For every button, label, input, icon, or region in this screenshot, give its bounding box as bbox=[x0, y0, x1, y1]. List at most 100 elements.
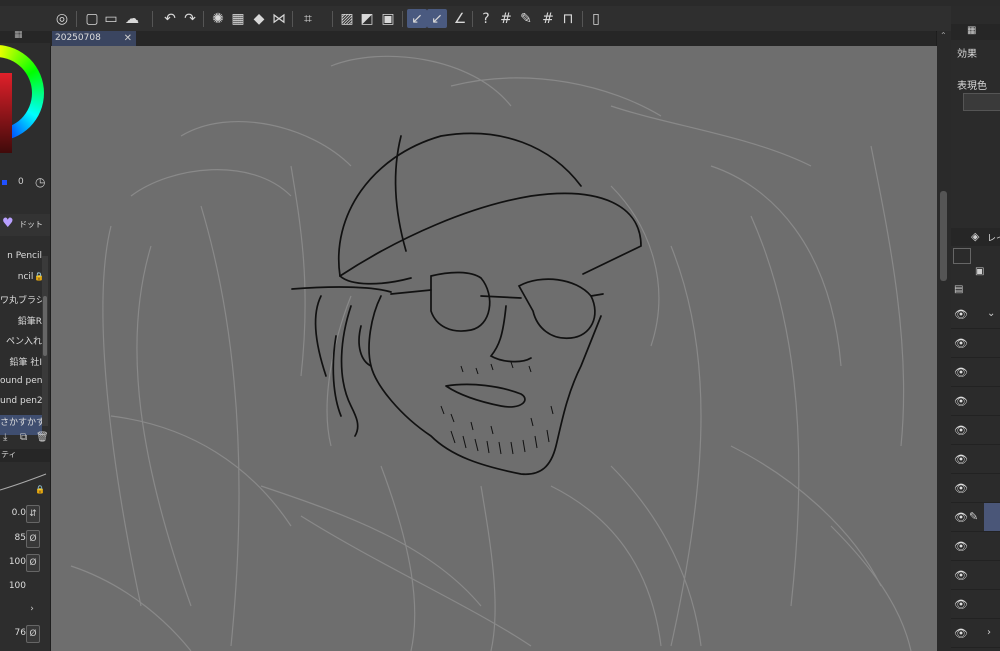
eye-icon[interactable]: 👁 bbox=[954, 598, 968, 611]
selection-3-icon[interactable]: ▣ bbox=[378, 9, 398, 28]
layer-row[interactable]: 👁 bbox=[951, 358, 1000, 387]
layer-row[interactable]: 👁 bbox=[951, 590, 1000, 619]
eye-icon[interactable]: 👁 bbox=[954, 337, 968, 350]
layer-row-selected[interactable]: 👁 ✎ bbox=[951, 503, 1000, 532]
layer-row[interactable]: 👁 bbox=[951, 329, 1000, 358]
eye-icon[interactable]: 👁 bbox=[954, 308, 968, 321]
property-value[interactable]: 100 bbox=[0, 557, 26, 575]
scrollbar-thumb[interactable] bbox=[940, 191, 947, 281]
flip-icon[interactable]: ⋈ bbox=[269, 9, 289, 28]
layer-row[interactable]: 👁 bbox=[951, 474, 1000, 503]
brush-item[interactable]: 鉛筆R bbox=[0, 314, 42, 334]
chevron-right-icon[interactable]: › bbox=[987, 627, 991, 638]
app-logo-icon[interactable]: ◎ bbox=[52, 9, 72, 28]
property-button[interactable]: Ø bbox=[26, 625, 40, 643]
brush-item[interactable]: n Pencil bbox=[0, 251, 42, 271]
layer-row[interactable]: 👁 ⌄ bbox=[951, 300, 1000, 329]
panel-tab-icon[interactable]: ▦ bbox=[967, 25, 976, 36]
layer-row[interactable]: 👁 bbox=[951, 561, 1000, 590]
color-value: 0 bbox=[18, 177, 24, 187]
layer-row[interactable]: 👁 › bbox=[951, 619, 1000, 648]
eye-icon[interactable]: 👁 bbox=[954, 569, 968, 582]
chevron-up-icon[interactable]: ⌃ bbox=[940, 31, 947, 40]
layer-row[interactable]: 👁 bbox=[951, 532, 1000, 561]
new-file-icon[interactable]: ▢ bbox=[82, 9, 102, 28]
document-tab-bar: 20250708 ✕ bbox=[50, 31, 936, 46]
brush-item[interactable]: ワ丸ブラシ bbox=[0, 293, 42, 313]
layer-row[interactable]: 👁 bbox=[951, 445, 1000, 474]
phone-icon[interactable]: ▯ bbox=[586, 9, 606, 28]
download-icon[interactable]: ⤓ bbox=[3, 432, 7, 443]
property-button[interactable]: Ø bbox=[26, 554, 40, 572]
panel-tab-icon[interactable]: ▦ bbox=[14, 31, 23, 40]
grid-2-icon[interactable]: # bbox=[538, 9, 558, 28]
property-value[interactable]: 85 bbox=[0, 533, 26, 551]
property-button[interactable]: ⇵ bbox=[26, 505, 40, 523]
color-settings-icon[interactable]: ◷ bbox=[35, 175, 45, 189]
canvas-scrollbar[interactable]: ⌃ bbox=[937, 31, 951, 651]
perspective-icon[interactable]: ∠ bbox=[450, 9, 470, 28]
layers-icon[interactable]: ◈ bbox=[971, 230, 979, 243]
expression-color-select[interactable] bbox=[963, 93, 1000, 111]
panel-tab-bar: ▦ bbox=[0, 31, 50, 43]
brush-item[interactable]: ペン入れ bbox=[0, 334, 42, 354]
eye-icon[interactable]: 👁 bbox=[954, 511, 968, 524]
brush-scrollbar[interactable] bbox=[42, 256, 48, 426]
selection-icon[interactable]: ▨ bbox=[337, 9, 357, 28]
blue-indicator bbox=[2, 180, 7, 185]
transform-icon[interactable]: ⌗ bbox=[298, 9, 318, 28]
brush-curve-icon[interactable]: ↙ bbox=[427, 9, 447, 28]
copy-icon[interactable]: ⧉ bbox=[20, 432, 27, 443]
eye-icon[interactable]: 👁 bbox=[954, 482, 968, 495]
brush-item[interactable]: und pen2 bbox=[0, 396, 42, 416]
document-tab[interactable]: 20250708 ✕ bbox=[52, 31, 136, 46]
tool-property-tab[interactable]: ティ bbox=[0, 449, 50, 462]
cloud-icon[interactable]: ☁ bbox=[122, 9, 142, 28]
brush-item[interactable]: 鉛筆 社I bbox=[0, 355, 42, 375]
clear-icon[interactable]: ▦ bbox=[228, 9, 248, 28]
loading-icon[interactable]: ✺ bbox=[208, 9, 228, 28]
layer-settings-icon[interactable]: ▤ bbox=[954, 284, 963, 295]
drawing-canvas[interactable] bbox=[51, 46, 937, 651]
eye-icon[interactable]: 👁 bbox=[954, 395, 968, 408]
brush-category-label: ドット bbox=[19, 220, 43, 229]
fill-icon[interactable]: ◆ bbox=[249, 9, 269, 28]
stroke-curve[interactable]: 🔒 bbox=[0, 468, 50, 498]
tool-property-label: ティ bbox=[1, 450, 17, 459]
effect-label: 効果 bbox=[957, 49, 977, 60]
sketch-illustration bbox=[70, 55, 912, 651]
redo-icon[interactable]: ↷ bbox=[180, 9, 200, 28]
close-icon[interactable]: ✕ bbox=[124, 31, 132, 46]
brush-category-header[interactable]: ♥ ドット bbox=[0, 214, 50, 236]
property-value[interactable]: 0.0 bbox=[0, 508, 26, 526]
pen-icon[interactable]: ✎ bbox=[516, 9, 536, 28]
right-tab-bar: ▦ bbox=[951, 24, 1000, 40]
layer-panel-label: レイ bbox=[987, 234, 1000, 244]
eye-icon[interactable]: 👁 bbox=[954, 424, 968, 437]
ruler-icon[interactable]: ⊓ bbox=[558, 9, 578, 28]
pen-straighten-icon[interactable]: ↙ bbox=[407, 9, 427, 28]
property-value[interactable]: 100 bbox=[0, 581, 26, 599]
eye-icon[interactable]: 👁 bbox=[954, 627, 968, 640]
eye-icon[interactable]: 👁 bbox=[954, 366, 968, 379]
undo-icon[interactable]: ↶ bbox=[160, 9, 180, 28]
color-square[interactable] bbox=[0, 73, 12, 153]
trash-icon[interactable]: 🗑 bbox=[36, 432, 49, 443]
help-icon[interactable]: ? bbox=[476, 9, 496, 28]
layer-row[interactable]: 👁 bbox=[951, 416, 1000, 445]
chevron-down-icon[interactable]: ⌄ bbox=[987, 308, 995, 319]
brush-item[interactable]: ound pen bbox=[0, 376, 42, 396]
document-tab-title: 20250708 bbox=[55, 33, 101, 43]
property-button[interactable]: Ø bbox=[26, 530, 40, 548]
selection-2-icon[interactable]: ◩ bbox=[357, 9, 377, 28]
expand-arrow[interactable]: › bbox=[26, 601, 38, 617]
layer-row[interactable]: 👁 bbox=[951, 387, 1000, 416]
lock-layer-icon[interactable]: ▣ bbox=[975, 266, 984, 277]
command-bar: ◎ ▢ ▭ ☁ ↶ ↷ ✺ ▦ ◆ ⋈ ⌗ ▨ ◩ ▣ ↙ ↙ ∠ ? # ✎ … bbox=[0, 6, 952, 32]
eye-icon[interactable]: 👁 bbox=[954, 540, 968, 553]
eye-icon[interactable]: 👁 bbox=[954, 453, 968, 466]
property-value[interactable]: 76 bbox=[0, 628, 26, 646]
open-folder-icon[interactable]: ▭ bbox=[101, 9, 121, 28]
blend-mode-select[interactable] bbox=[953, 248, 971, 264]
grid-icon[interactable]: # bbox=[496, 9, 516, 28]
